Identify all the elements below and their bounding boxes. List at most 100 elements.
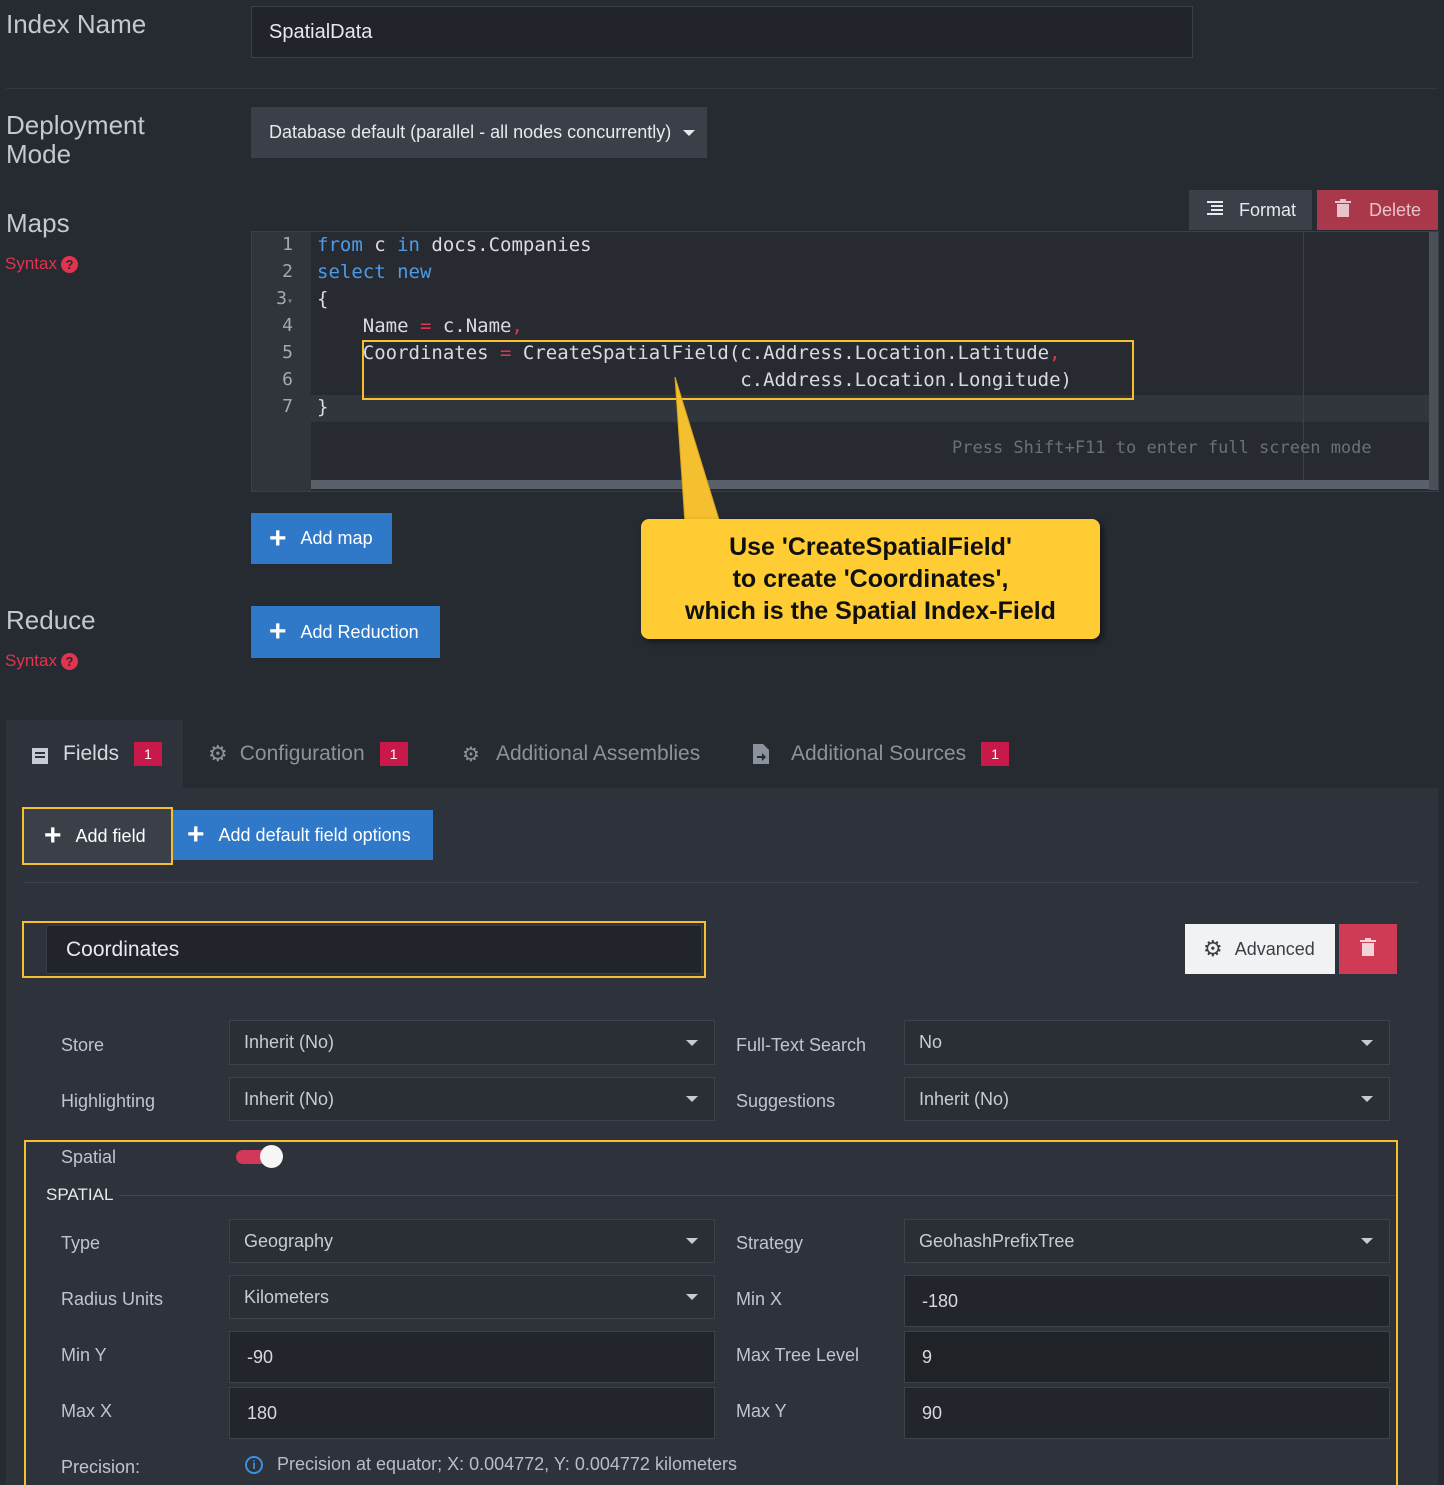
precision-label: Precision:	[61, 1457, 141, 1477]
spatial-section-title: SPATIAL	[46, 1185, 114, 1204]
line-number: 5	[282, 342, 293, 363]
field-name-highlight	[22, 921, 706, 978]
spatial-toggle[interactable]	[236, 1145, 283, 1168]
reduce-label: Reduce	[6, 605, 96, 635]
line-number: 1	[282, 234, 293, 255]
advanced-label: Advanced	[1234, 938, 1315, 959]
fullscreen-hint: Press Shift+F11 to enter full screen mod…	[952, 438, 1372, 458]
add-default-field-options-button[interactable]: + Add default field options	[173, 810, 433, 860]
delete-field-button[interactable]	[1339, 924, 1397, 974]
help-icon: ?	[60, 255, 78, 273]
store-select[interactable]: Inherit (No)	[229, 1020, 715, 1065]
highlighting-label: Highlighting	[61, 1091, 156, 1111]
max-y-input[interactable]: 90	[904, 1387, 1390, 1439]
precision-value: Precision at equator; X: 0.004772, Y: 0.…	[277, 1454, 737, 1474]
divider	[119, 1195, 1396, 1196]
help-icon: ?	[60, 652, 78, 670]
suggestions-select[interactable]: Inherit (No)	[904, 1077, 1390, 1121]
type-select[interactable]: Geography	[229, 1219, 715, 1263]
chevron-down-icon	[686, 1039, 698, 1046]
trash-icon	[1335, 198, 1351, 222]
gears-icon: ⚙	[462, 743, 480, 766]
index-name-label: Index Name	[6, 9, 147, 39]
min-x-value: -180	[922, 1290, 959, 1311]
max-tree-level-label: Max Tree Level	[736, 1345, 860, 1365]
code-line: select new	[317, 261, 432, 283]
add-map-label: Add map	[300, 528, 373, 548]
store-value: Inherit (No)	[244, 1032, 335, 1052]
full-text-search-select[interactable]: No	[904, 1020, 1390, 1065]
deployment-mode-value: Database default (parallel - all nodes c…	[269, 122, 672, 142]
tab-additional-sources-badge: 1	[981, 742, 1010, 766]
line-number: 7	[282, 396, 293, 417]
callout-line: which is the Spatial Index-Field	[685, 597, 1056, 625]
radius-units-select[interactable]: Kilometers	[229, 1275, 715, 1319]
min-x-label: Min X	[736, 1289, 783, 1309]
callout-line: Use 'CreateSpatialField'	[729, 533, 1012, 561]
deployment-mode-label: Deployment Mode	[6, 110, 145, 169]
highlighting-select[interactable]: Inherit (No)	[229, 1077, 715, 1121]
format-icon	[1207, 200, 1223, 221]
tab-configuration[interactable]: ⚙ Configuration 1	[208, 720, 408, 788]
chevron-down-icon	[1361, 1096, 1373, 1102]
coordinates-code-highlight	[362, 340, 1134, 400]
strategy-value: GeohashPrefixTree	[919, 1230, 1075, 1251]
max-tree-level-value: 9	[922, 1346, 933, 1367]
radius-units-value: Kilometers	[244, 1286, 330, 1307]
max-x-input[interactable]: 180	[229, 1387, 715, 1439]
line-number: 2	[282, 261, 293, 282]
deployment-mode-dropdown[interactable]: Database default (parallel - all nodes c…	[251, 107, 707, 158]
add-map-button[interactable]: + Add map	[251, 513, 392, 564]
tab-additional-assemblies[interactable]: ⚙ Additional Assemblies	[462, 720, 700, 788]
file-import-icon	[753, 744, 769, 764]
full-text-search-value: No	[919, 1032, 943, 1052]
delete-label: Delete	[1369, 199, 1422, 220]
list-icon	[32, 746, 48, 764]
add-reduction-button[interactable]: + Add Reduction	[251, 606, 440, 658]
max-y-value: 90	[922, 1402, 943, 1423]
precision-info: i Precision at equator; X: 0.004772, Y: …	[245, 1454, 737, 1475]
spatial-toggle-label: Spatial	[61, 1147, 117, 1167]
plus-icon: +	[187, 818, 205, 851]
tab-additional-sources-label: Additional Sources	[791, 742, 967, 765]
delete-map-button[interactable]: Delete	[1317, 190, 1438, 230]
line-number: 3▾	[276, 288, 293, 309]
line-number: 4	[282, 315, 293, 336]
advanced-button[interactable]: ⚙ Advanced	[1185, 924, 1335, 974]
gear-icon: ⚙	[208, 741, 228, 766]
line-number: 6	[282, 369, 293, 390]
chevron-down-icon	[1361, 1039, 1373, 1046]
min-x-input[interactable]: -180	[904, 1275, 1390, 1327]
syntax-label: Syntax	[5, 651, 57, 670]
index-name-value: SpatialData	[269, 20, 373, 43]
reduce-syntax-link[interactable]: Syntax ?	[5, 651, 78, 671]
add-default-label: Add default field options	[218, 824, 411, 845]
code-line: {	[317, 288, 329, 310]
tab-fields-label: Fields	[63, 742, 120, 765]
max-tree-level-input[interactable]: 9	[904, 1331, 1390, 1383]
tabs-bar: Fields 1 ⚙ Configuration 1 ⚙ Additional …	[6, 720, 1438, 788]
highlighting-value: Inherit (No)	[244, 1088, 335, 1109]
suggestions-label: Suggestions	[736, 1091, 836, 1111]
suggestions-value: Inherit (No)	[919, 1088, 1010, 1109]
type-value: Geography	[244, 1230, 334, 1251]
min-y-input[interactable]: -90	[229, 1331, 715, 1383]
radius-units-label: Radius Units	[61, 1289, 164, 1309]
callout-pointer	[674, 376, 721, 524]
tab-additional-sources[interactable]: Additional Sources 1	[753, 720, 1010, 788]
chevron-down-icon	[1361, 1238, 1373, 1244]
add-reduction-label: Add Reduction	[300, 621, 419, 642]
callout-box: Use 'CreateSpatialField' to create 'Coor…	[641, 519, 1100, 639]
min-y-value: -90	[247, 1346, 274, 1367]
format-button[interactable]: Format	[1189, 190, 1312, 230]
maps-syntax-link[interactable]: Syntax ?	[5, 254, 78, 274]
index-name-input[interactable]: SpatialData	[251, 6, 1193, 58]
strategy-select[interactable]: GeohashPrefixTree	[904, 1219, 1390, 1263]
chevron-down-icon	[683, 129, 696, 136]
chevron-down-icon	[686, 1096, 698, 1102]
tab-fields[interactable]: Fields 1	[6, 720, 183, 788]
callout-line: to create 'Coordinates',	[732, 565, 1009, 593]
store-label: Store	[61, 1035, 105, 1055]
chevron-down-icon	[686, 1238, 698, 1244]
chevron-down-icon	[686, 1294, 698, 1300]
